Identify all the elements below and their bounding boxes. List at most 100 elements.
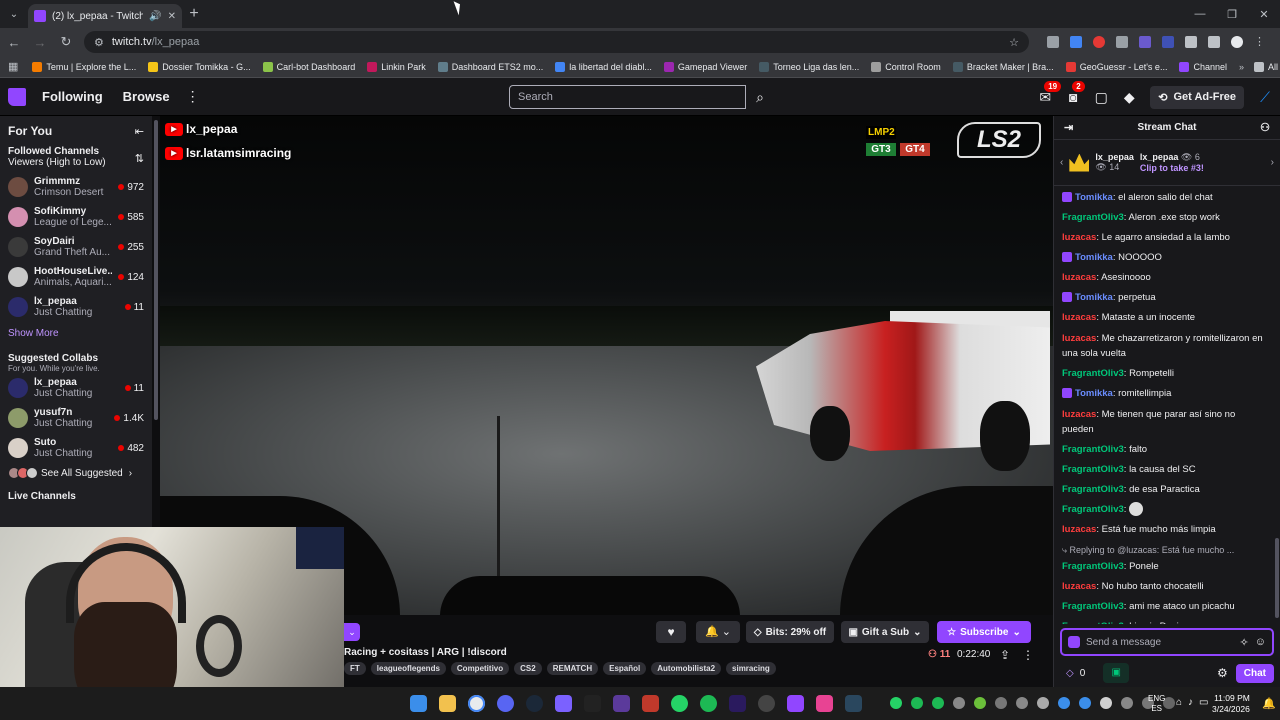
bits-button[interactable]: ◇ Bits: 29% off	[746, 621, 834, 643]
tray-icon[interactable]	[1016, 697, 1028, 709]
profile-avatar-icon[interactable]	[1231, 36, 1243, 48]
nav-following[interactable]: Following	[42, 89, 103, 104]
chat-username[interactable]: luzacas	[1062, 524, 1096, 535]
shield-icon[interactable]	[1068, 636, 1080, 648]
chat-username[interactable]: luzacas	[1062, 232, 1096, 243]
forward-icon[interactable]: →	[32, 35, 48, 50]
chat-username[interactable]: FragrantOliv3	[1062, 212, 1124, 223]
steam-icon[interactable]	[526, 695, 543, 712]
stream-tag[interactable]: CS2	[514, 662, 542, 675]
bookmark-item[interactable]: Gamepad Viewer	[663, 61, 747, 72]
chat-username[interactable]: FragrantOliv3	[1062, 444, 1124, 455]
show-more-link[interactable]: Show More	[0, 322, 152, 345]
maximize-icon[interactable]: ❐	[1216, 8, 1248, 21]
bits-icon[interactable]: ◆	[1122, 89, 1136, 106]
url-bar[interactable]: ⚙ twitch.tv /lx_pepaa ☆	[84, 31, 1029, 53]
bookmark-item[interactable]: Dashboard ETS2 mo...	[437, 61, 543, 72]
stream-tag[interactable]: FT	[344, 662, 366, 675]
twitch-logo-icon[interactable]	[0, 78, 34, 116]
chat-username[interactable]: FragrantOliv3	[1062, 368, 1124, 379]
extensions-puzzle-icon[interactable]	[1185, 36, 1197, 48]
leaderboard-entry-2[interactable]: lx_pepaa 👁 6 Clip to take #3!	[1140, 152, 1204, 173]
twitch-icon[interactable]	[787, 695, 804, 712]
app-icon[interactable]	[816, 695, 833, 712]
whatsapp-icon[interactable]	[671, 695, 688, 712]
premiere-icon[interactable]	[729, 695, 746, 712]
tray-icon[interactable]	[890, 697, 902, 709]
more-options-icon[interactable]: ⋮	[186, 88, 200, 105]
discord-icon[interactable]	[497, 695, 514, 712]
extension-icon[interactable]	[1093, 36, 1105, 48]
sort-icon[interactable]: ⇅	[135, 152, 144, 168]
chat-username[interactable]: luzacas	[1062, 581, 1096, 592]
bookmark-item[interactable]: Channel	[1179, 61, 1227, 72]
input-language[interactable]: ENG ES	[1148, 694, 1165, 714]
chat-scrollbar[interactable]	[1275, 188, 1279, 618]
chrome-icon[interactable]	[468, 695, 485, 712]
sidebar-channel-item[interactable]: SoyDairi Grand Theft Au... 255	[0, 232, 152, 262]
steam-icon[interactable]	[845, 695, 862, 712]
extension-icon[interactable]	[1047, 36, 1059, 48]
notification-bell-button[interactable]: 🔔 ⌄	[696, 621, 740, 643]
stream-tag[interactable]: simracing	[726, 662, 776, 675]
spotify-icon[interactable]	[700, 695, 717, 712]
tray-icon[interactable]	[1079, 697, 1091, 709]
get-ad-free-button[interactable]: ⟲ Get Ad-Free	[1150, 85, 1244, 109]
tray-icon[interactable]	[974, 697, 986, 709]
app-icon[interactable]	[642, 695, 659, 712]
stream-tag[interactable]: leagueoflegends	[370, 662, 446, 675]
chat-username[interactable]: FragrantOliv3	[1062, 621, 1124, 624]
profile-icon[interactable]: ⟋	[1258, 89, 1272, 106]
windows-start-icon[interactable]	[410, 695, 427, 712]
notifications-icon[interactable]: ◙ 2	[1066, 81, 1085, 105]
chevron-right-icon[interactable]: »	[1239, 62, 1244, 72]
search-input[interactable]: Search	[509, 85, 746, 109]
reload-icon[interactable]: ↻	[58, 34, 74, 50]
stream-tag[interactable]: Español	[603, 662, 647, 675]
chat-username[interactable]: luzacas	[1062, 409, 1096, 420]
tray-icon[interactable]	[995, 697, 1007, 709]
see-all-suggested-link[interactable]: See All Suggested ›	[0, 463, 152, 483]
collapse-chat-icon[interactable]: ⇥	[1064, 121, 1073, 134]
tray-icon[interactable]	[911, 697, 923, 709]
back-icon[interactable]: ←	[6, 35, 22, 50]
bookmark-item[interactable]: Dossier Tomikka - G...	[148, 61, 251, 72]
extension-icon[interactable]	[1139, 36, 1151, 48]
apps-grid-icon[interactable]: ▦	[8, 60, 18, 73]
follow-heart-button[interactable]: ♥	[656, 621, 686, 643]
chat-input[interactable]: Send a message ✧ ☺	[1060, 628, 1274, 656]
tray-icon[interactable]	[1121, 697, 1133, 709]
bits-cheer-icon[interactable]: ✧	[1240, 636, 1249, 649]
chat-username[interactable]: FragrantOliv3	[1062, 504, 1124, 515]
chevron-left-icon[interactable]: ‹	[1060, 157, 1063, 168]
extension-icon[interactable]	[1162, 36, 1174, 48]
bookmark-item[interactable]: Torneo Liga das len...	[759, 61, 859, 72]
extension-icon[interactable]	[1070, 36, 1082, 48]
stream-tag[interactable]: Automobilista2	[651, 662, 722, 675]
close-tab-icon[interactable]: ✕	[168, 11, 176, 22]
nav-browse[interactable]: Browse	[123, 89, 170, 104]
more-options-icon[interactable]: ⋮	[1022, 648, 1034, 662]
chat-username[interactable]: Tomikka	[1075, 252, 1113, 263]
stream-tag[interactable]: REMATCH	[546, 662, 599, 675]
channel-points[interactable]: ◇ 0	[1066, 668, 1085, 679]
tray-icon[interactable]	[1100, 697, 1112, 709]
close-window-icon[interactable]: ✕	[1248, 8, 1280, 21]
notification-center-icon[interactable]: 🔔	[1262, 697, 1276, 710]
menu-kebab-icon[interactable]: ⋮	[1254, 36, 1266, 48]
reading-list-icon[interactable]	[1208, 36, 1220, 48]
chat-send-button[interactable]: Chat	[1235, 663, 1274, 683]
chat-username[interactable]: Tomikka	[1075, 388, 1113, 399]
obs-icon[interactable]	[758, 695, 775, 712]
emote-picker-icon[interactable]: ☺	[1255, 636, 1266, 648]
tray-icon[interactable]	[953, 697, 965, 709]
tab-search-icon[interactable]: ⌄	[0, 0, 28, 28]
chat-username[interactable]: Tomikka	[1075, 292, 1113, 303]
bookmark-star-icon[interactable]: ☆	[1009, 36, 1019, 49]
collapse-sidebar-icon[interactable]: ⇤	[135, 125, 144, 138]
site-info-icon[interactable]: ⚙	[94, 36, 104, 49]
inbox-icon[interactable]: ✉ 19	[1038, 80, 1062, 106]
chevron-down-icon[interactable]: ⌄	[344, 623, 360, 641]
sidebar-channel-item[interactable]: lx_pepaa Just Chatting 11	[0, 373, 152, 403]
speaker-icon[interactable]: 🔊	[149, 11, 161, 22]
